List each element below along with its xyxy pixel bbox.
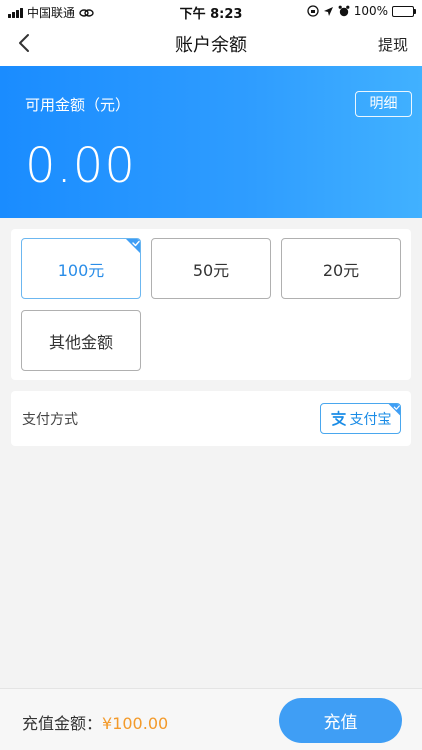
selected-check-icon (388, 404, 400, 416)
page-title: 账户余额 (175, 35, 247, 56)
alipay-button[interactable]: 支付宝 (320, 403, 401, 434)
location-icon (323, 6, 333, 16)
amount-options-panel: 100元 50元 20元 其他金额 (11, 229, 411, 380)
status-bar: 中国联通 下午 8:23 100% (0, 0, 422, 22)
withdraw-button[interactable]: 提现 (378, 34, 408, 55)
amount-option-100[interactable]: 100元 (21, 238, 141, 299)
selected-check-icon (126, 239, 140, 253)
amount-option-label: 20元 (322, 260, 360, 280)
balance-amount: 0.00 (25, 138, 136, 194)
detail-button[interactable]: 明细 (355, 91, 412, 117)
amount-option-label: 50元 (192, 260, 230, 280)
recharge-total-value: ¥100.00 (102, 714, 169, 733)
amount-option-label: 其他金额 (48, 332, 113, 352)
back-icon[interactable] (14, 32, 36, 54)
nav-bar: 账户余额 提现 (0, 22, 422, 66)
amount-option-label: 100元 (57, 260, 105, 280)
alarm-icon (338, 5, 350, 17)
amount-option-other[interactable]: 其他金额 (21, 310, 141, 371)
alipay-icon (330, 410, 346, 426)
status-right: 100% (307, 4, 416, 18)
recharge-button[interactable]: 充值 (279, 698, 402, 743)
payment-method-label: 支付方式 (22, 412, 78, 428)
recharge-total-label: 充值金额： (22, 714, 103, 733)
balance-card: 可用金额（元） 明细 0.00 (0, 66, 422, 218)
bottom-bar: 充值金额：¥100.00 充值 (0, 688, 422, 750)
battery-icon (392, 5, 416, 17)
balance-label: 可用金额（元） (25, 96, 131, 114)
payment-method-panel: 支付方式 支付宝 (11, 391, 411, 446)
amount-option-20[interactable]: 20元 (281, 238, 401, 299)
recharge-total: 充值金额：¥100.00 (22, 710, 168, 734)
amount-option-50[interactable]: 50元 (151, 238, 271, 299)
lock-rotation-icon (307, 5, 319, 17)
battery-percent: 100% (353, 4, 388, 18)
